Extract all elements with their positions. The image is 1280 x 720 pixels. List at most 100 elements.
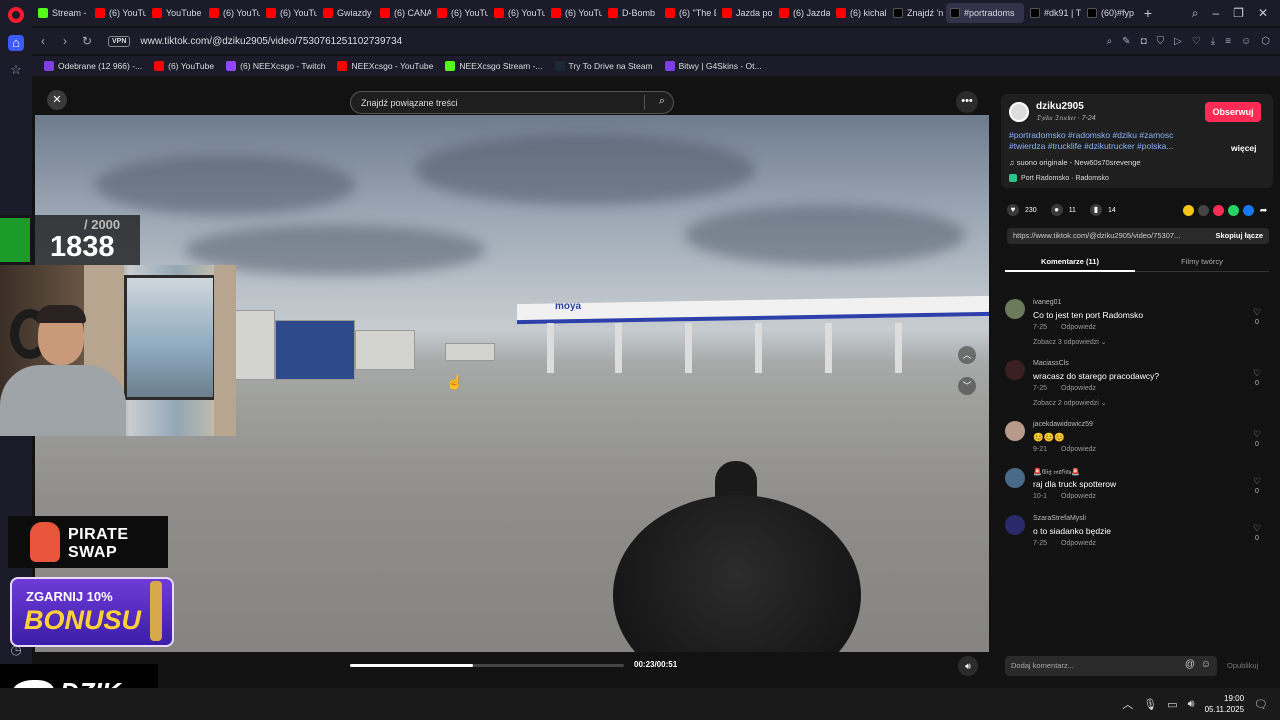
comment-like-icon[interactable]: ♡	[1249, 523, 1265, 534]
commenter-name[interactable]: jacekdawidowicz59	[1033, 421, 1093, 428]
comment-button[interactable]: ● 11	[1050, 204, 1076, 216]
browser-tab[interactable]: Jazda po	[718, 3, 773, 23]
tab-comments[interactable]: Komentarze (11)	[1005, 257, 1135, 266]
browser-tab[interactable]: #portradoms	[946, 3, 1024, 23]
commenter-avatar[interactable]	[1005, 299, 1025, 319]
browser-tab[interactable]: #dk91 | T	[1026, 3, 1081, 23]
browser-tab[interactable]: (6) YouTu	[433, 3, 488, 23]
commenter-avatar[interactable]	[1005, 515, 1025, 535]
notifications-icon[interactable]: 🗨︎	[1254, 698, 1268, 711]
comment-like-icon[interactable]: ♡	[1249, 368, 1265, 379]
publish-button[interactable]: Opublikuj	[1227, 661, 1258, 670]
commenter-name[interactable]: SzaraStrefaMysli	[1033, 515, 1086, 522]
new-tab-icon[interactable]: +	[1138, 5, 1158, 21]
back-icon[interactable]: ‹	[32, 34, 54, 48]
related-search-input[interactable]: Znajdź powiązane treści ⌕	[350, 91, 674, 114]
minimize-icon[interactable]: –	[1212, 6, 1219, 20]
browser-tab[interactable]: (6) CANA	[376, 3, 431, 23]
facebook-icon[interactable]	[1243, 204, 1254, 216]
browser-tab[interactable]: (60)#fyp	[1083, 3, 1138, 23]
browser-tab[interactable]: (6) YouTu	[262, 3, 317, 23]
reload-icon[interactable]: ↻	[76, 34, 98, 48]
bookmark-item[interactable]: Try To Drive na Steam	[554, 61, 653, 71]
whatsapp-icon[interactable]	[1228, 204, 1239, 216]
next-video-icon[interactable]: ﹀	[958, 377, 976, 395]
browser-tab[interactable]: (6) Jazda	[775, 3, 830, 23]
browser-tab[interactable]: (6) kichal	[832, 3, 887, 23]
tray-arrow-icon[interactable]: ︿	[1122, 696, 1133, 712]
bookmark-item[interactable]: NEEXcsgo Stream -...	[445, 61, 543, 71]
commenter-avatar[interactable]	[1005, 360, 1025, 380]
network-icon[interactable]: ▭	[1167, 698, 1177, 711]
browser-tab[interactable]: (6) YouTu	[91, 3, 146, 23]
commenter-name[interactable]: ivaneg01	[1033, 299, 1061, 306]
commenter-avatar[interactable]	[1005, 468, 1025, 488]
previous-video-icon[interactable]: ︿	[958, 346, 976, 364]
reply-button[interactable]: Odpowiedz	[1061, 324, 1096, 331]
browser-tab[interactable]: D-Bomb	[604, 3, 659, 23]
reply-button[interactable]: Odpowiedz	[1061, 385, 1096, 392]
bookmark-item[interactable]: Bitwy | G4Skins - Ot...	[664, 61, 762, 71]
vpn-badge[interactable]: VPN	[108, 35, 131, 47]
hashtags[interactable]: #portradomsko #radomsko #dziku #zamosc #…	[1009, 130, 1205, 152]
home-icon[interactable]: ⌂	[8, 35, 24, 51]
reply-button[interactable]: Odpowiedz	[1061, 493, 1096, 500]
emoji-icon[interactable]: ☺	[1201, 659, 1211, 670]
bookmark-item[interactable]: (6) NEEXcsgo - Twitch	[226, 61, 325, 71]
comment-like-icon[interactable]: ♡	[1249, 429, 1265, 440]
author-username[interactable]: dziku2905	[1036, 101, 1084, 112]
maximize-icon[interactable]: ❐	[1233, 6, 1244, 20]
forward-icon[interactable]: ›	[54, 34, 76, 48]
heart-icon[interactable]: ♡	[1192, 36, 1201, 47]
reply-button[interactable]: Odpowiedz	[1061, 540, 1096, 547]
view-replies-button[interactable]: Zobacz 3 odpowiedzi ⌄	[1033, 338, 1107, 346]
menu-icon[interactable]: ≡	[1225, 36, 1231, 47]
sound-info[interactable]: ♫ suono originale - New60s70srevenge	[1009, 158, 1141, 167]
tab-creator-videos[interactable]: Filmy twórcy	[1135, 257, 1269, 266]
video-progress-bar[interactable]	[350, 664, 624, 667]
clock[interactable]: 19:00 05.11.2025	[1205, 693, 1244, 715]
browser-tab[interactable]: (6) YouTu	[490, 3, 545, 23]
bookmark-item[interactable]: NEEXcsgo - YouTube	[337, 61, 433, 71]
play-icon[interactable]: ▷	[1174, 36, 1182, 47]
microphone-icon[interactable]: 🎙︎	[1143, 698, 1157, 711]
opera-logo-icon[interactable]	[8, 7, 24, 23]
view-replies-button[interactable]: Zobacz 2 odpowiedzi ⌄	[1033, 399, 1107, 407]
share-icon[interactable]: ➦	[1258, 204, 1269, 216]
more-options-icon[interactable]: •••	[956, 91, 978, 113]
close-video-button[interactable]: ✕	[47, 90, 67, 110]
author-avatar[interactable]	[1009, 102, 1029, 122]
comment-input[interactable]: Dodaj komentarz... @ ☺	[1005, 656, 1217, 676]
share-link[interactable]: https://www.tiktok.com/@dziku2905/video/…	[1013, 231, 1203, 240]
star-icon[interactable]: ☆	[8, 62, 24, 78]
extensions-icon[interactable]: ⬡	[1261, 36, 1270, 47]
lens-icon[interactable]: ⌕	[1107, 36, 1113, 47]
shield-icon[interactable]: ⛉	[1157, 36, 1165, 47]
save-button[interactable]: ▮ 14	[1089, 204, 1116, 216]
coin-icon[interactable]	[1183, 204, 1194, 216]
edit-icon[interactable]: ✎	[1122, 36, 1130, 47]
url-field[interactable]: www.tiktok.com/@dziku2905/video/75307612…	[140, 36, 402, 47]
commenter-avatar[interactable]	[1005, 421, 1025, 441]
browser-tab[interactable]: (6) YouTu	[205, 3, 260, 23]
commenter-name[interactable]: MaciassCls	[1033, 360, 1069, 367]
browser-tab[interactable]: Stream -	[34, 3, 89, 23]
browser-tab[interactable]: YouTube	[148, 3, 203, 23]
comment-like-icon[interactable]: ♡	[1249, 476, 1265, 487]
like-button[interactable]: ♥ 230	[1007, 204, 1037, 216]
browser-tab[interactable]: (6) "The E	[661, 3, 716, 23]
mention-icon[interactable]: @	[1185, 659, 1195, 670]
volume-icon[interactable]: 🔊︎	[958, 656, 978, 676]
browser-tab[interactable]: Znajdź 'n	[889, 3, 944, 23]
speaker-icon[interactable]: 🔊︎	[1188, 698, 1195, 711]
bookmark-item[interactable]: Odebrane (12 966) -...	[44, 61, 142, 71]
location-tag[interactable]: Port Radomsko · Radomsko	[1009, 174, 1109, 182]
search-tabs-icon[interactable]: ⌕	[1192, 6, 1199, 21]
copy-link-button[interactable]: Skopiuj łącze	[1215, 231, 1263, 240]
reply-button[interactable]: Odpowiedz	[1061, 446, 1096, 453]
more-link[interactable]: więcej	[1231, 143, 1257, 153]
close-window-icon[interactable]: ✕	[1258, 6, 1268, 20]
send-icon[interactable]	[1213, 204, 1224, 216]
follow-button[interactable]: Obserwuj	[1205, 102, 1261, 122]
embed-icon[interactable]	[1198, 204, 1209, 216]
